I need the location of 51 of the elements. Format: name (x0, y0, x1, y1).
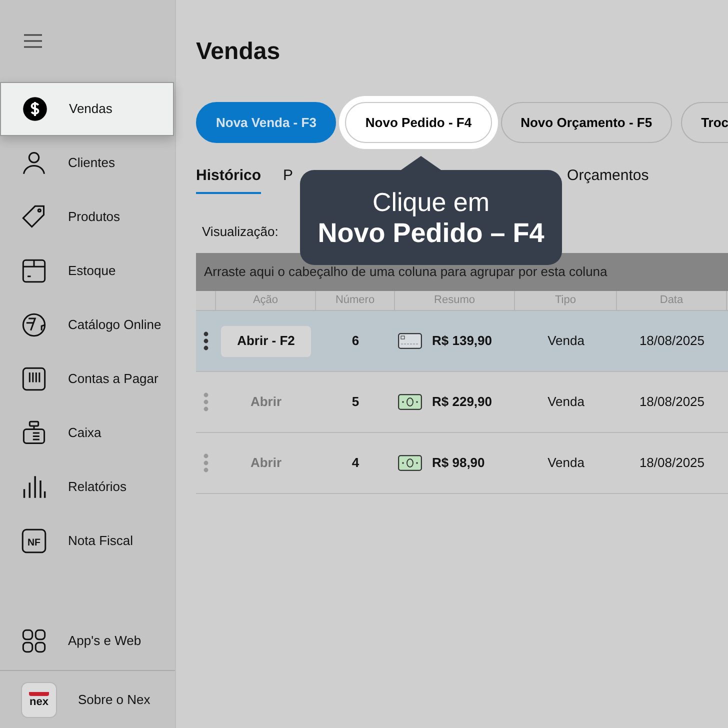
tab[interactable]: P (283, 165, 294, 194)
tab[interactable]: Histórico (196, 165, 262, 194)
sidebar-item[interactable]: Relatórios (0, 460, 175, 514)
sidebar-item[interactable]: Estoque (0, 244, 175, 298)
table-cell-text: 5 (350, 393, 360, 412)
table-cell-text: 18/08/2025 (638, 332, 706, 350)
table-cell-text: Venda (546, 454, 586, 472)
sidebar-item[interactable]: Produtos (0, 190, 175, 244)
tooltip-text: Clique em (372, 186, 490, 216)
invoice-icon: NF (21, 528, 47, 554)
page-title: Vendas (196, 38, 282, 66)
table-cell-text: 18/08/2025 (638, 454, 706, 472)
catalog-icon (21, 312, 47, 338)
box-icon (21, 258, 47, 284)
table-row[interactable]: Abrir - F2 6 R$ 139,90 Venda 18/08/2025 (196, 311, 728, 372)
banknote-icon (398, 394, 422, 410)
tooltip-text: Novo Pedido – F4 (318, 216, 544, 248)
tab[interactable]: Orçamentos (567, 165, 649, 194)
sidebar-item[interactable]: Caixa (0, 406, 175, 460)
sidebar-item[interactable]: NF Nota Fiscal (0, 514, 175, 568)
amount-text: R$ 139,90 (432, 332, 492, 350)
grid-icon (21, 628, 47, 654)
more-options-icon[interactable] (203, 331, 209, 351)
sidebar-item[interactable]: Vendas (0, 82, 174, 136)
person-icon (21, 150, 47, 176)
dollar-icon (22, 96, 48, 122)
action-button[interactable]: Novo Orçamento - F5 (500, 102, 672, 143)
cash-register-icon (21, 420, 47, 446)
amount-text: R$ 98,90 (432, 454, 485, 472)
banknote-icon (398, 455, 422, 471)
view-label: Visualização: (202, 222, 278, 241)
open-button[interactable]: Abrir - F2 (221, 326, 311, 356)
table-cell-text: 6 (350, 332, 360, 350)
sidebar-item[interactable]: Catálogo Online (0, 298, 175, 352)
sidebar-item[interactable]: Clientes (0, 136, 175, 190)
bills-icon (21, 366, 47, 392)
table-cell-text: Venda (546, 332, 586, 350)
table-cell-text: Venda (546, 393, 586, 412)
table-cell-text: 4 (350, 454, 360, 472)
sidebar-item[interactable]: Contas a Pagar (0, 352, 175, 406)
tag-icon (21, 204, 47, 230)
action-button[interactable]: Nova Venda - F3 (196, 102, 336, 143)
menu-icon[interactable] (24, 34, 42, 48)
table-cell-text: 18/08/2025 (638, 393, 706, 412)
bar-chart-icon (21, 474, 47, 500)
logo-icon: nex (21, 682, 57, 718)
sidebar-item[interactable]: nex Sobre o Nex (0, 670, 175, 728)
amount-text: R$ 229,90 (432, 393, 492, 412)
card-icon (398, 333, 422, 349)
action-button[interactable]: Troc (681, 102, 728, 143)
sidebar-item[interactable]: App's e Web (0, 612, 175, 670)
